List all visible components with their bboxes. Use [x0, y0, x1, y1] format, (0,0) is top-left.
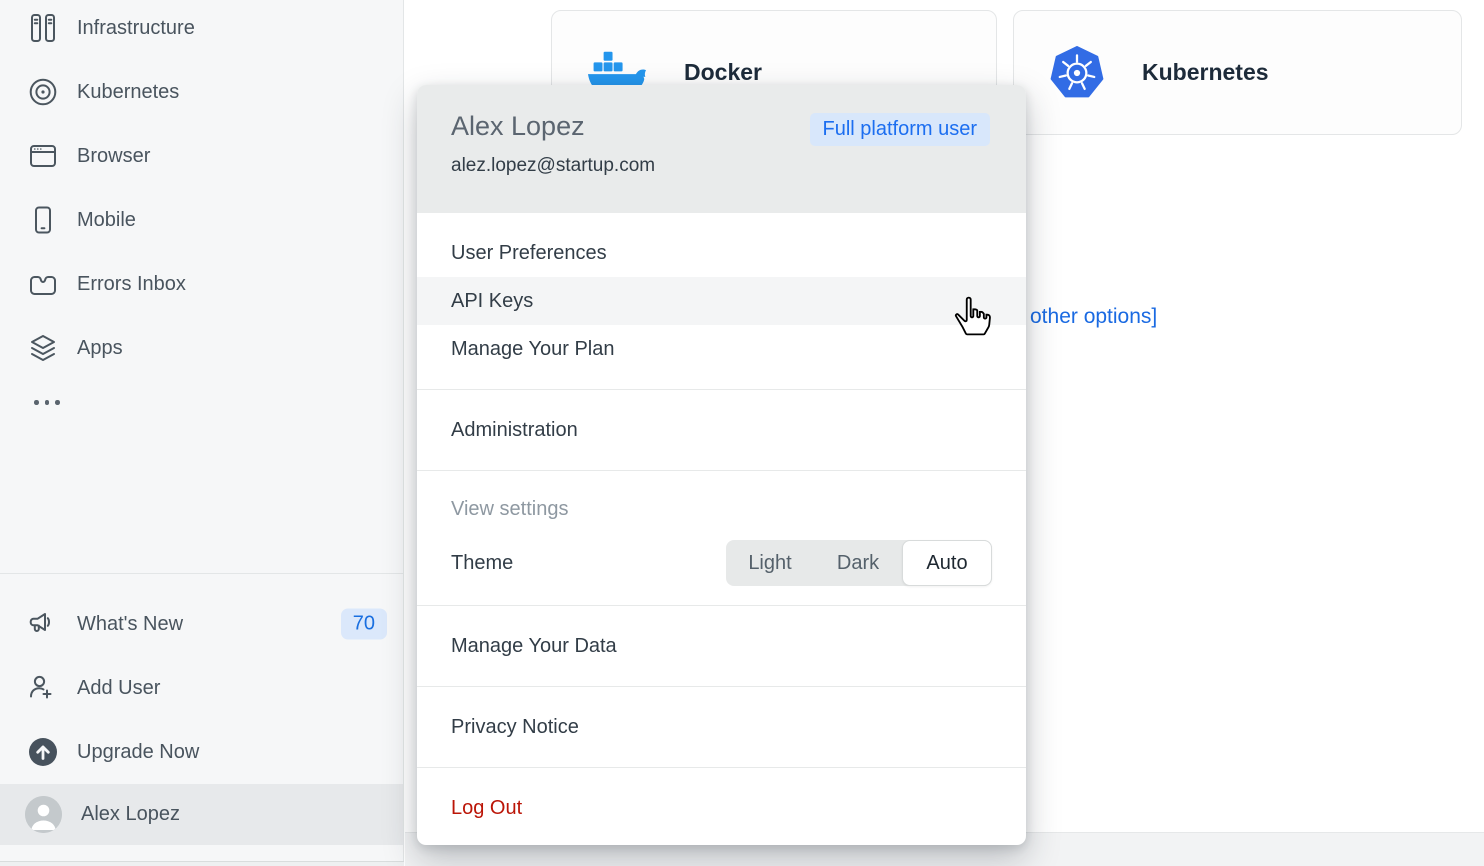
- menu-item-administration[interactable]: Administration: [417, 406, 1026, 454]
- theme-option-dark[interactable]: Dark: [814, 540, 902, 586]
- sidebar-bottom-section: What's New 70 Add User: [0, 573, 403, 845]
- dropdown-group-view-settings: View settings Theme Light Dark Auto: [417, 470, 1026, 605]
- menu-item-user-preferences[interactable]: User Preferences: [417, 229, 1026, 277]
- docker-card-label: Docker: [684, 59, 762, 86]
- sidebar-item-label: Errors Inbox: [77, 273, 186, 296]
- kubernetes-icon: [1050, 46, 1104, 100]
- sidebar-user-name: Alex Lopez: [81, 803, 180, 826]
- errors-inbox-icon: [28, 269, 58, 299]
- sidebar-item-kubernetes[interactable]: Kubernetes: [0, 60, 403, 124]
- sidebar-item-label: Apps: [77, 337, 123, 360]
- user-dropdown-menu: Alex Lopez alez.lopez@startup.com Full p…: [417, 85, 1026, 845]
- view-settings-label: View settings: [417, 489, 1026, 529]
- menu-item-manage-your-plan[interactable]: Manage Your Plan: [417, 325, 1026, 373]
- theme-option-light[interactable]: Light: [726, 540, 814, 586]
- browser-icon: [28, 141, 58, 171]
- sidebar-footer-strip: [0, 861, 404, 866]
- sidebar-item-label: What's New: [77, 613, 183, 636]
- mobile-icon: [28, 205, 58, 235]
- sidebar-item-label: Mobile: [77, 209, 136, 232]
- theme-option-auto[interactable]: Auto: [902, 540, 992, 586]
- sidebar-item-errors-inbox[interactable]: Errors Inbox: [0, 252, 403, 316]
- role-badge: Full platform user: [810, 113, 991, 146]
- dot: [55, 400, 60, 405]
- sidebar-item-label: Upgrade Now: [77, 741, 199, 764]
- sidebar-item-whats-new[interactable]: What's New 70: [0, 592, 403, 656]
- avatar: [25, 796, 62, 833]
- whats-new-count-badge: 70: [341, 609, 387, 640]
- dropdown-group-privacy: Privacy Notice: [417, 686, 1026, 767]
- sidebar-user-row[interactable]: Alex Lopez: [0, 784, 403, 845]
- sidebar-item-label: Infrastructure: [77, 17, 195, 40]
- sidebar-nav: Infrastructure Kubernetes: [0, 0, 403, 380]
- sidebar-item-mobile[interactable]: Mobile: [0, 188, 403, 252]
- apps-icon: [28, 333, 58, 363]
- dot: [34, 400, 39, 405]
- add-user-icon: [28, 673, 58, 703]
- upgrade-icon: [28, 737, 58, 767]
- sidebar-more-button[interactable]: [34, 400, 60, 405]
- kubernetes-card-label: Kubernetes: [1142, 59, 1269, 86]
- menu-item-api-keys[interactable]: API Keys: [417, 277, 1026, 325]
- sidebar-item-apps[interactable]: Apps: [0, 316, 403, 380]
- sidebar-item-label: Add User: [77, 677, 160, 700]
- theme-label: Theme: [451, 552, 513, 575]
- infrastructure-icon: [28, 13, 58, 43]
- theme-segmented-control: Light Dark Auto: [726, 540, 992, 586]
- dropdown-header: Alex Lopez alez.lopez@startup.com Full p…: [417, 85, 1026, 213]
- menu-item-privacy-notice[interactable]: Privacy Notice: [417, 703, 1026, 751]
- dropdown-group-account: User Preferences API Keys Manage Your Pl…: [417, 213, 1026, 389]
- kubernetes-target-icon: [28, 77, 58, 107]
- dropdown-group-admin: Administration: [417, 389, 1026, 470]
- app-window: Docker: [0, 0, 1484, 866]
- sidebar-item-add-user[interactable]: Add User: [0, 656, 403, 720]
- dropdown-user-email: alez.lopez@startup.com: [451, 155, 992, 177]
- dropdown-group-logout: Log Out: [417, 767, 1026, 845]
- other-options-link[interactable]: other options]: [1030, 305, 1157, 329]
- sidebar-item-label: Kubernetes: [77, 81, 179, 104]
- kubernetes-card[interactable]: Kubernetes: [1013, 10, 1462, 135]
- dot: [45, 400, 50, 405]
- sidebar-item-infrastructure[interactable]: Infrastructure: [0, 0, 403, 60]
- menu-item-log-out[interactable]: Log Out: [417, 784, 1026, 832]
- dropdown-group-data: Manage Your Data: [417, 605, 1026, 686]
- menu-item-manage-your-data[interactable]: Manage Your Data: [417, 622, 1026, 670]
- sidebar-item-browser[interactable]: Browser: [0, 124, 403, 188]
- theme-row: Theme Light Dark Auto: [417, 539, 1026, 587]
- sidebar-item-label: Browser: [77, 145, 150, 168]
- sidebar-item-upgrade-now[interactable]: Upgrade Now: [0, 720, 403, 784]
- megaphone-icon: [28, 609, 58, 639]
- sidebar: Infrastructure Kubernetes: [0, 0, 404, 866]
